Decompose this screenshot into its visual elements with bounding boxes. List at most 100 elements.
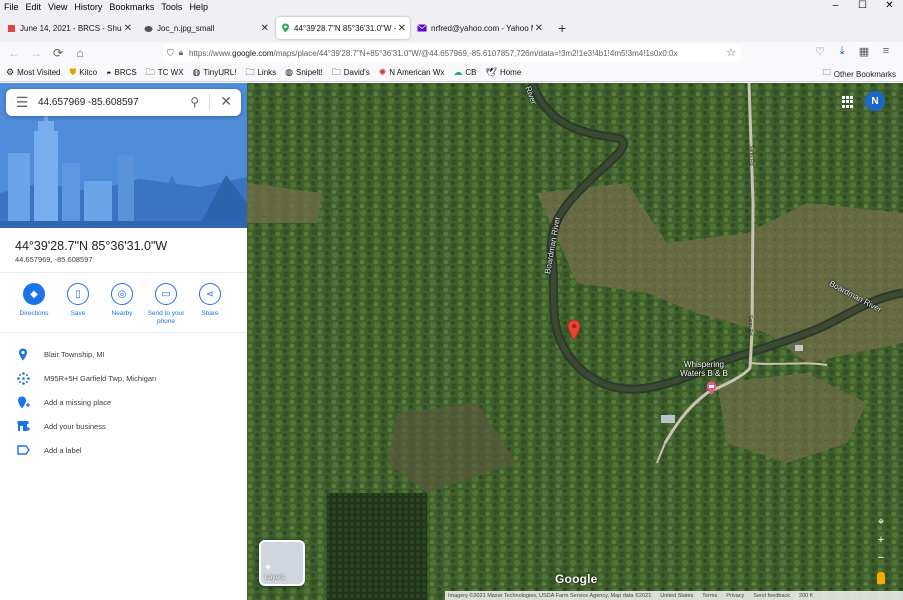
tab-image[interactable]: Joc_n.jpg_small ✕ — [139, 17, 273, 39]
nearby-button[interactable]: ◎ Nearby — [100, 283, 144, 326]
directions-button[interactable]: ◆ Directions — [12, 283, 56, 326]
close-tab-icon[interactable]: ✕ — [535, 23, 543, 34]
menu-edit[interactable]: Edit — [26, 2, 42, 12]
bird-icon: 🕊︎ — [485, 67, 497, 77]
shield-icon[interactable]: ⛉ — [167, 48, 174, 59]
privacy-link[interactable]: Privacy — [726, 593, 744, 599]
bookmark-item[interactable]: ◍ Snipelt! — [285, 67, 323, 78]
folder-icon: 🗀 — [822, 68, 831, 77]
close-icon[interactable]: ✕ — [220, 93, 232, 110]
bookmark-item[interactable]: ◓ BRCS — [106, 68, 137, 78]
hero-image: ☰ ⚲ ✕ — [0, 83, 247, 228]
place-coordinates: 44.657969, -85.608597 — [15, 255, 93, 264]
other-bookmarks[interactable]: 🗀 Other Bookmarks — [823, 67, 896, 81]
bookmark-item[interactable]: 🗀 David's — [332, 65, 370, 81]
bookmark-item[interactable]: ✺ N American Wx — [379, 67, 445, 78]
menu-file[interactable]: File — [4, 2, 19, 12]
bookmark-icon: ▯ — [67, 283, 89, 305]
close-tab-icon[interactable]: ✕ — [398, 23, 406, 34]
zoom-out-button[interactable]: − — [872, 549, 890, 567]
hamburger-menu-icon[interactable]: ☰ — [6, 94, 38, 111]
nearby-icon: ◎ — [111, 283, 133, 305]
home-icon[interactable]: ⌂ — [69, 46, 91, 60]
lock-icon[interactable]: 🔒︎ — [179, 48, 183, 58]
add-missing-place-row[interactable]: Add a missing place — [16, 395, 111, 409]
share-icon: ⋖ — [199, 283, 221, 305]
share-button[interactable]: ⋖ Share — [188, 283, 232, 326]
brcs-favicon-icon — [6, 23, 16, 33]
sun-icon: ✺ — [378, 67, 387, 77]
app-menu-icon[interactable]: ≡ — [875, 45, 897, 58]
add-label-row[interactable]: Add a label — [16, 443, 82, 457]
layers-icon: ◈ — [265, 562, 272, 571]
new-tab-button[interactable]: + — [558, 20, 566, 36]
my-location-icon[interactable]: ⌖ — [872, 513, 890, 531]
label-icon — [16, 443, 30, 457]
navigation-bar: ← → ⟳ ⌂ ⛉ 🔒︎ https://www.google.com/maps… — [0, 42, 903, 64]
url-bar[interactable]: ⛉ 🔒︎ https://www.google.com/maps/place/4… — [163, 44, 741, 62]
bookmark-item[interactable]: ⚙ Most Visited — [6, 67, 61, 78]
divider — [209, 94, 210, 111]
url-text[interactable]: https://www.google.com/maps/place/44°39'… — [189, 49, 709, 58]
avatar[interactable]: N — [865, 91, 885, 111]
imagery-attribution: Imagery ©2021 Maxar Technologies, USDA F… — [448, 592, 652, 599]
close-window-button[interactable]: ✕ — [876, 0, 903, 14]
layers-button[interactable]: ◈ Layers — [259, 540, 305, 586]
menu-bookmarks[interactable]: Bookmarks — [109, 2, 154, 12]
save-button[interactable]: ▯ Save — [56, 283, 100, 326]
country-link[interactable]: United States — [660, 593, 693, 599]
maximize-button[interactable]: ☐ — [849, 0, 876, 14]
bookmark-item[interactable]: 🗀 Links — [245, 65, 276, 81]
location-pin-icon[interactable] — [567, 319, 581, 344]
maps-favicon-icon — [280, 23, 290, 33]
send-to-phone-button[interactable]: ▭ Send to your phone — [144, 283, 188, 326]
tab-google-maps[interactable]: 44°39'28.7"N 85°36'31.0"W - Go ✕ — [276, 17, 410, 39]
add-business-row[interactable]: Add your business — [16, 419, 106, 433]
phone-icon: ▭ — [155, 283, 177, 305]
bookmark-item[interactable]: ◍ TinyURL! — [193, 67, 237, 78]
address-row[interactable]: Blair Township, MI — [16, 347, 105, 361]
pocket-icon[interactable]: ♡ — [809, 45, 831, 58]
close-tab-icon[interactable]: ✕ — [124, 23, 132, 34]
minimize-button[interactable]: – — [822, 0, 849, 14]
plus-code-row[interactable]: M95R+5H Garfield Twp, Michigan — [16, 371, 156, 385]
google-apps-icon[interactable] — [842, 96, 854, 108]
tab-yahoo-mail[interactable]: nrfred@yahoo.com - Yahoo M ✕ — [413, 17, 547, 39]
tab-brcs[interactable]: June 14, 2021 - BRCS - Shumsky ✕ — [2, 17, 136, 39]
image-favicon-icon — [143, 23, 153, 33]
menu-view[interactable]: View — [48, 2, 67, 12]
search-icon[interactable]: ⚲ — [190, 95, 199, 109]
star-icon[interactable]: ☆ — [726, 46, 736, 59]
close-tab-icon[interactable]: ✕ — [261, 23, 269, 34]
send-feedback-link[interactable]: Send feedback — [753, 593, 790, 599]
forward-icon[interactable]: → — [25, 46, 47, 60]
bookmark-item[interactable]: ☁ CB — [453, 67, 476, 78]
road-label: Sams Rd — [748, 145, 754, 166]
poi-label[interactable]: Whispering Waters B & B — [673, 360, 735, 378]
bookmark-item[interactable]: 🗀 TC WX — [146, 65, 184, 81]
folder-icon: 🗀 — [245, 66, 255, 77]
satellite-map[interactable]: River Boardman River Boardman River Sams… — [247, 83, 903, 600]
pegman-icon[interactable] — [877, 572, 885, 584]
tab-bar: June 14, 2021 - BRCS - Shumsky ✕ Joc_n.j… — [0, 14, 903, 42]
extensions-icon[interactable]: ▦ — [853, 45, 875, 58]
globe-icon: ◍ — [192, 67, 201, 77]
terms-link[interactable]: Terms — [702, 593, 717, 599]
menu-history[interactable]: History — [74, 2, 102, 12]
folder-icon: 🗀 — [331, 66, 341, 77]
place-panel: ☰ ⚲ ✕ 44°39'28.7"N 85°36'31.0"W 44.65796… — [0, 83, 247, 600]
download-icon[interactable]: ⤓ — [831, 45, 853, 58]
menu-tools[interactable]: Tools — [161, 2, 182, 12]
folder-icon: 🗀 — [145, 66, 155, 77]
lodging-pin-icon[interactable] — [706, 381, 717, 398]
scale-bar[interactable]: 200 ft — [799, 593, 813, 599]
map-controls: ⌖ + − — [872, 513, 890, 567]
reload-icon[interactable]: ⟳ — [47, 46, 69, 60]
back-icon[interactable]: ← — [3, 46, 25, 60]
zoom-in-button[interactable]: + — [872, 531, 890, 549]
search-input[interactable] — [38, 97, 178, 108]
bookmark-item[interactable]: ⛊ Kitco — [70, 67, 98, 78]
bookmark-item[interactable]: 🕊︎ Home — [486, 67, 522, 78]
menu-help[interactable]: Help — [189, 2, 208, 12]
tab-title: Joc_n.jpg_small — [157, 23, 215, 33]
